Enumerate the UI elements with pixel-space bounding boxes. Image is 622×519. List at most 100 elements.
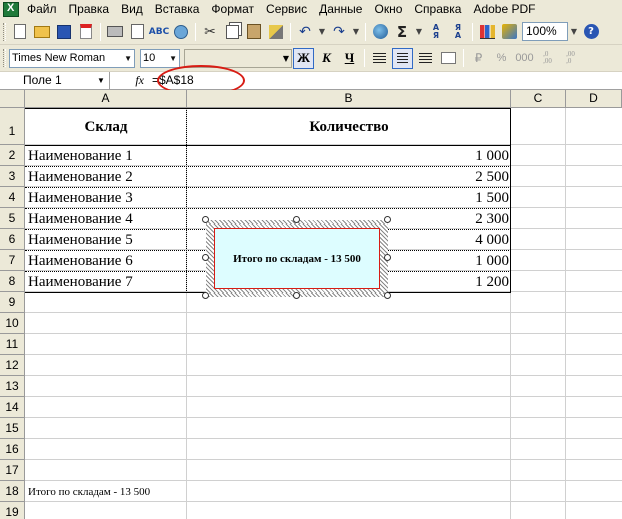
- row-header-9[interactable]: 9: [0, 292, 25, 313]
- help-button[interactable]: ?: [581, 22, 601, 42]
- menu-adobe-pdf[interactable]: Adobe PDF: [467, 0, 541, 19]
- cell-a8[interactable]: Наименование 7: [28, 274, 133, 291]
- resize-handle-bottom[interactable]: [293, 292, 300, 299]
- resize-handle-bottom-right[interactable]: [384, 292, 391, 299]
- textbox-content[interactable]: Итого по складам - 13 500: [214, 228, 380, 289]
- column-header-c[interactable]: C: [511, 90, 566, 108]
- row-header-16[interactable]: 16: [0, 439, 25, 460]
- zoom-dropdown[interactable]: ▼: [568, 22, 580, 41]
- chevron-down-icon[interactable]: ▼: [169, 50, 177, 67]
- row-header-2[interactable]: 2: [0, 145, 25, 166]
- cell-b2[interactable]: 1 000: [187, 148, 511, 165]
- cell-a1[interactable]: Склад: [25, 119, 187, 136]
- align-right-button[interactable]: [415, 48, 436, 69]
- sort-ascending-button[interactable]: АЯ: [426, 22, 446, 42]
- undo-dropdown[interactable]: ▼: [316, 22, 328, 41]
- insert-function-icon[interactable]: fx: [110, 73, 150, 88]
- row-header-19[interactable]: 19: [0, 502, 25, 519]
- chart-wizard-button[interactable]: [477, 22, 497, 42]
- resize-handle-right[interactable]: [384, 254, 391, 261]
- font-name-combo[interactable]: Times New Roman ▼: [9, 48, 135, 68]
- cell-b4[interactable]: 1 500: [187, 190, 511, 207]
- menu-format[interactable]: Формат: [205, 0, 260, 19]
- menu-window[interactable]: Окно: [368, 0, 408, 19]
- resize-handle-top-left[interactable]: [202, 216, 209, 223]
- autosum-button[interactable]: Σ: [392, 22, 412, 42]
- menu-insert[interactable]: Вставка: [149, 0, 206, 19]
- cell-b3[interactable]: 2 500: [187, 169, 511, 186]
- copy-button[interactable]: [222, 22, 242, 42]
- align-center-button[interactable]: [392, 47, 413, 69]
- sort-descending-button[interactable]: ЯА: [448, 22, 468, 42]
- row-header-11[interactable]: 11: [0, 334, 25, 355]
- increase-decimal-button[interactable]: ,0,00: [537, 48, 558, 69]
- row-header-3[interactable]: 3: [0, 166, 25, 187]
- format-painter-button[interactable]: [266, 22, 286, 42]
- resize-handle-top-right[interactable]: [384, 216, 391, 223]
- chevron-down-icon[interactable]: ▼: [283, 50, 289, 67]
- thousands-button[interactable]: 000: [514, 48, 535, 69]
- cell-b1[interactable]: Количество: [187, 119, 511, 136]
- textbox-field-1[interactable]: Итого по складам - 13 500: [206, 220, 388, 297]
- autosum-dropdown[interactable]: ▼: [413, 22, 425, 41]
- row-header-5[interactable]: 5: [0, 208, 25, 229]
- row-header-15[interactable]: 15: [0, 418, 25, 439]
- bold-button[interactable]: Ж: [293, 47, 314, 69]
- row-header-12[interactable]: 12: [0, 355, 25, 376]
- excel-app-icon[interactable]: [3, 2, 19, 17]
- permission-button[interactable]: [76, 22, 96, 42]
- align-left-button[interactable]: [369, 48, 390, 69]
- select-all-corner[interactable]: [0, 90, 25, 108]
- resize-handle-bottom-left[interactable]: [202, 292, 209, 299]
- column-header-b[interactable]: B: [187, 90, 511, 108]
- currency-button[interactable]: ₽: [468, 48, 489, 69]
- insert-hyperlink-button[interactable]: [370, 22, 390, 42]
- cell-a6[interactable]: Наименование 5: [28, 232, 133, 249]
- underline-button[interactable]: Ч: [339, 48, 360, 69]
- column-header-d[interactable]: D: [566, 90, 622, 108]
- menu-help[interactable]: Справка: [408, 0, 467, 19]
- undo-button[interactable]: ↶: [295, 22, 315, 42]
- print-preview-button[interactable]: [127, 22, 147, 42]
- research-button[interactable]: [171, 22, 191, 42]
- column-header-a[interactable]: A: [25, 90, 187, 108]
- name-box[interactable]: Поле 1 ▼: [0, 71, 110, 90]
- chevron-down-icon[interactable]: ▼: [124, 50, 132, 67]
- drawing-button[interactable]: [499, 22, 519, 42]
- paste-button[interactable]: [244, 22, 264, 42]
- menu-edit[interactable]: Правка: [63, 0, 116, 19]
- cell-a3[interactable]: Наименование 2: [28, 169, 133, 186]
- row-header-10[interactable]: 10: [0, 313, 25, 334]
- merge-center-button[interactable]: [438, 48, 459, 69]
- menu-file[interactable]: Файл: [23, 0, 63, 19]
- row-header-8[interactable]: 8: [0, 271, 25, 292]
- font-size-combo[interactable]: 10 ▼: [140, 48, 180, 68]
- row-header-18[interactable]: 18: [0, 481, 25, 502]
- print-button[interactable]: [105, 22, 125, 42]
- toolbar-grip[interactable]: [3, 49, 6, 67]
- row-header-14[interactable]: 14: [0, 397, 25, 418]
- redo-button[interactable]: ↷: [329, 22, 349, 42]
- row-header-6[interactable]: 6: [0, 229, 25, 250]
- italic-button[interactable]: К: [316, 48, 337, 69]
- menu-view[interactable]: Вид: [115, 0, 149, 19]
- redo-dropdown[interactable]: ▼: [350, 22, 362, 41]
- cut-button[interactable]: ✂: [200, 22, 220, 42]
- cell-a2[interactable]: Наименование 1: [28, 148, 133, 165]
- menu-tools[interactable]: Сервис: [260, 0, 313, 19]
- row-header-4[interactable]: 4: [0, 187, 25, 208]
- cell-a7[interactable]: Наименование 6: [28, 253, 133, 270]
- percent-button[interactable]: %: [491, 48, 512, 69]
- cell-a5[interactable]: Наименование 4: [28, 211, 133, 228]
- menu-data[interactable]: Данные: [313, 0, 368, 19]
- row-header-1[interactable]: 1: [0, 108, 25, 145]
- zoom-combo[interactable]: 100%: [522, 22, 568, 41]
- save-button[interactable]: [54, 22, 74, 42]
- chevron-down-icon[interactable]: ▼: [97, 72, 105, 89]
- row-header-17[interactable]: 17: [0, 460, 25, 481]
- cell-a4[interactable]: Наименование 3: [28, 190, 133, 207]
- resize-handle-top[interactable]: [293, 216, 300, 223]
- toolbar-grip[interactable]: [3, 22, 6, 41]
- open-button[interactable]: [32, 22, 52, 42]
- spelling-button[interactable]: ABC: [149, 22, 169, 42]
